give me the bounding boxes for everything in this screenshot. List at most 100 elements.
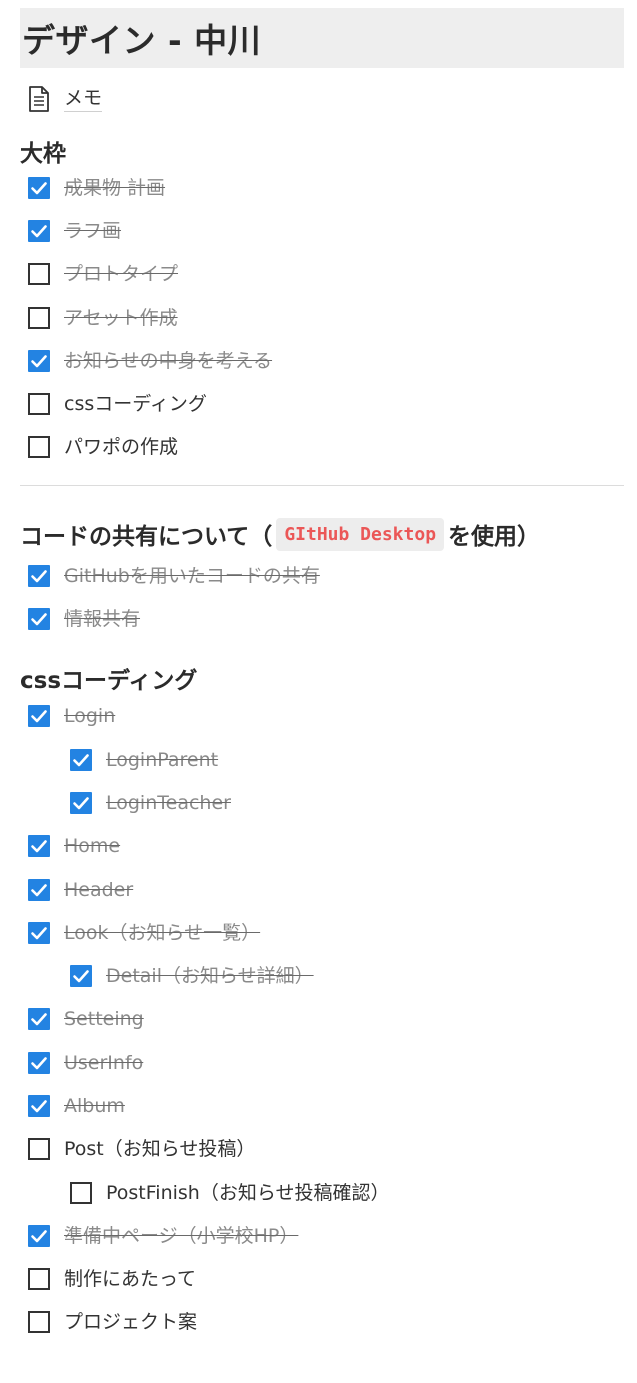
todo-item: お知らせの中身を考える [20, 339, 624, 382]
document-icon [29, 86, 49, 112]
todo-label[interactable]: UserInfo [64, 1051, 143, 1075]
todo-label[interactable]: アセット作成 [64, 306, 178, 330]
checkmark-icon [73, 797, 89, 810]
todo-label[interactable]: LoginTeacher [106, 791, 231, 815]
todo-item: Detail（お知らせ詳細） [20, 954, 624, 997]
checkbox-unchecked[interactable] [70, 1181, 92, 1204]
todo-list-css-coding: Login LoginParent LoginTeacher Home Header Lo… [20, 695, 624, 1344]
inline-code: GItHub Desktop [276, 517, 445, 551]
todo-item: 準備中ページ（小学校HP） [20, 1214, 624, 1257]
todo-label[interactable]: Album [64, 1094, 125, 1118]
todo-item: cssコーディング [20, 382, 624, 425]
todo-label[interactable]: プロジェクト案 [64, 1310, 197, 1334]
todo-item: Login [20, 695, 624, 738]
todo-label[interactable]: cssコーディング [64, 392, 207, 416]
todo-label[interactable]: お知らせの中身を考える [64, 349, 272, 373]
todo-label[interactable]: 制作にあたって [64, 1267, 196, 1291]
checkmark-icon [31, 613, 47, 626]
checkmark-icon [31, 710, 47, 723]
todo-label[interactable]: LoginParent [106, 748, 218, 772]
checkbox-checked[interactable] [28, 176, 50, 199]
checkbox-checked[interactable] [28, 608, 50, 631]
checkbox-unchecked[interactable] [28, 1268, 50, 1291]
checkbox-unchecked[interactable] [28, 1138, 50, 1161]
checkbox-checked[interactable] [28, 1224, 50, 1247]
page: デザイン - 中川 メモ 大枠 成果物 計画 ラフ画プロトタイプ アセット作成お知ら… [20, 8, 624, 1344]
todo-item: GitHubを用いたコードの共有 [20, 554, 624, 597]
checkbox-checked[interactable] [28, 705, 50, 728]
todo-item: 成果物 計画 [20, 166, 624, 209]
todo-item: プロトタイプ [20, 253, 624, 296]
checkbox-unchecked[interactable] [28, 1311, 50, 1334]
todo-label[interactable]: 成果物 計画 [64, 176, 165, 200]
checkbox-unchecked[interactable] [28, 393, 50, 416]
todo-item: LoginTeacher [20, 781, 624, 824]
todo-label[interactable]: Look（お知らせ一覧） [64, 921, 260, 945]
todo-list-daiwaku: 成果物 計画 ラフ画プロトタイプ アセット作成お知らせの中身を考える cssコーディン… [20, 166, 624, 469]
checkmark-icon [31, 1230, 47, 1243]
memo-link[interactable]: メモ [64, 86, 103, 112]
page-title: デザイン - 中川 [22, 21, 262, 60]
checkmark-icon [31, 569, 47, 583]
todo-item: Setteing [20, 998, 624, 1041]
heading-prefix: コードの共有について（ [20, 524, 273, 551]
todo-item: UserInfo [20, 1041, 624, 1084]
checkbox-checked[interactable] [70, 791, 92, 814]
checkbox-checked[interactable] [70, 965, 92, 988]
todo-item: Album [20, 1084, 624, 1127]
todo-item: Home [20, 825, 624, 868]
todo-label[interactable]: Header [64, 878, 133, 902]
checkmark-icon [31, 1013, 47, 1026]
checkbox-checked[interactable] [28, 1051, 50, 1074]
checkmark-icon [31, 1100, 47, 1113]
section-heading-css-coding: cssコーディング [20, 667, 198, 694]
checkbox-checked[interactable] [70, 748, 92, 771]
memo-link-row[interactable]: メモ [28, 84, 624, 114]
todo-item: 制作にあたって [20, 1258, 624, 1301]
checkbox-checked[interactable] [28, 835, 50, 858]
checkmark-icon [73, 753, 89, 766]
title-bar: デザイン - 中川 [20, 8, 624, 68]
checkbox-checked[interactable] [28, 349, 50, 372]
todo-item: Post（お知らせ投稿） [20, 1128, 624, 1171]
checkmark-icon [31, 840, 47, 853]
checkmark-icon [31, 181, 47, 194]
todo-list-code-sharing: GitHubを用いたコードの共有 情報共有 [20, 554, 624, 641]
checkbox-checked[interactable] [28, 1008, 50, 1031]
checkbox-unchecked[interactable] [28, 263, 50, 286]
todo-label[interactable]: Login [64, 704, 115, 728]
todo-label[interactable]: PostFinish（お知らせ投稿確認） [106, 1181, 389, 1205]
checkbox-unchecked[interactable] [28, 436, 50, 459]
todo-item: Look（お知らせ一覧） [20, 911, 624, 954]
todo-item: Header [20, 868, 624, 911]
todo-item: アセット作成 [20, 296, 624, 339]
checkmark-icon [31, 926, 47, 940]
todo-item: PostFinish（お知らせ投稿確認） [20, 1171, 624, 1214]
todo-label[interactable]: 準備中ページ（小学校HP） [64, 1224, 298, 1248]
todo-label[interactable]: パワポの作成 [64, 435, 178, 459]
checkbox-checked[interactable] [28, 878, 50, 901]
checkmark-icon [73, 970, 89, 983]
checkmark-icon [31, 225, 47, 238]
checkbox-checked[interactable] [28, 921, 50, 944]
todo-item: 情報共有 [20, 597, 624, 640]
todo-label[interactable]: Post（お知らせ投稿） [64, 1137, 255, 1161]
checkmark-icon [31, 1056, 47, 1069]
todo-label[interactable]: GitHubを用いたコードの共有 [64, 564, 320, 588]
todo-item: LoginParent [20, 738, 624, 781]
section-heading-daiwaku: 大枠 [20, 141, 66, 167]
todo-label[interactable]: Home [64, 834, 120, 858]
checkmark-icon [31, 355, 47, 368]
todo-label[interactable]: プロトタイプ [64, 262, 178, 286]
todo-item: プロジェクト案 [20, 1301, 624, 1344]
checkbox-checked[interactable] [28, 1094, 50, 1117]
section-heading-code-sharing: コードの共有について（ GItHub Desktop を使用） [20, 514, 624, 554]
checkbox-checked[interactable] [28, 564, 50, 587]
checkbox-checked[interactable] [28, 219, 50, 242]
todo-label[interactable]: Detail（お知らせ詳細） [106, 964, 314, 988]
todo-label[interactable]: Setteing [64, 1007, 144, 1031]
checkbox-unchecked[interactable] [28, 306, 50, 329]
todo-label[interactable]: 情報共有 [64, 607, 140, 631]
divider [20, 485, 624, 487]
todo-label[interactable]: ラフ画 [64, 219, 121, 243]
